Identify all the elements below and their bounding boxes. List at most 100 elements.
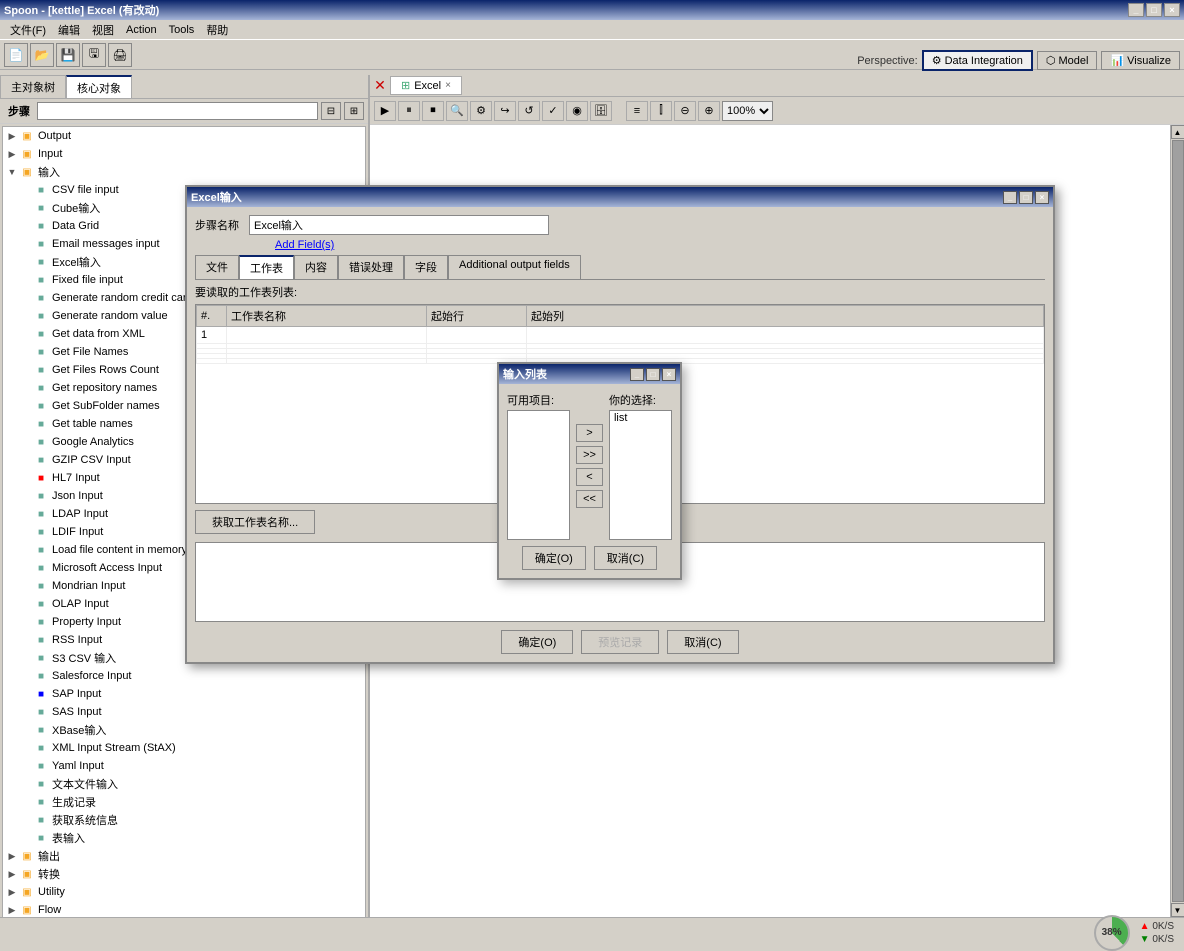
getfilenames-icon: ■ [33,344,49,360]
maximize-btn[interactable]: □ [1146,3,1162,17]
excel-tab-content[interactable]: 内容 [294,255,338,279]
list-cancel-btn[interactable]: 取消(C) [594,546,657,570]
tree-category-utility[interactable]: ▶ ▣ Utility [3,883,365,901]
ok-btn[interactable]: 确定(O) [501,630,573,654]
step-expand-btn[interactable]: ⊞ [344,102,364,120]
excel-tab-additional[interactable]: Additional output fields [448,255,581,279]
excel-tab-sheet[interactable]: 工作表 [239,255,294,279]
th-startcol: 起始列 [527,306,1044,327]
item-salesforce[interactable]: ■ Salesforce Input [17,667,365,685]
tree-category-ruku[interactable]: ▼ ▣ 输入 [3,163,365,181]
open-btn[interactable]: 📂 [30,43,54,67]
excel-dialog-maximize[interactable]: □ [1019,191,1033,204]
selected-listbox[interactable]: list [609,410,672,540]
canvas-tab-excel[interactable]: ⊞ Excel × [390,76,462,95]
model-icon: ⬡ [1046,54,1056,67]
ga-icon: ■ [33,434,49,450]
close-btn[interactable]: × [1164,3,1180,17]
item-sas[interactable]: ■ SAS Input [17,703,365,721]
run-btn[interactable]: ▶ [374,101,396,121]
item-table-input[interactable]: ■ 表输入 [17,829,365,847]
zoom-out-btn[interactable]: ⊖ [674,101,696,121]
menu-action[interactable]: Action [120,22,163,38]
perspective-visualize[interactable]: 📊 Visualize [1101,51,1180,70]
save-btn[interactable]: 💾 [56,43,80,67]
move-left-btn[interactable]: < [576,468,603,486]
check-btn[interactable]: ✓ [542,101,564,121]
item-xml-stream[interactable]: ■ XML Input Stream (StAX) [17,739,365,757]
add-fields-link[interactable]: Add Field(s) [275,239,334,251]
selected-item-list[interactable]: list [610,411,671,425]
menu-tools[interactable]: Tools [163,22,201,38]
zoom-in-btn[interactable]: ⊕ [698,101,720,121]
saveas-btn[interactable]: 🖫 [82,43,106,67]
list-ok-btn[interactable]: 确定(O) [522,546,586,570]
print-btn[interactable]: 🖨 [108,43,132,67]
align2-btn[interactable]: ⫿ [650,101,672,121]
status-arrows: ▲ 0K/S ▼ 0K/S [1140,920,1174,946]
scroll-down-arrow[interactable]: ▼ [1171,903,1184,917]
minimize-btn[interactable]: _ [1128,3,1144,17]
scroll-thumb[interactable] [1172,140,1184,902]
stop-btn[interactable]: ⏹ [422,101,444,121]
cell-sheet[interactable] [227,327,427,344]
preview-records-btn[interactable]: 预览记录 [581,630,659,654]
step-name-row: 步骤名称 [195,215,1045,235]
step-label: 步骤 [4,103,34,119]
cell-startrow[interactable] [427,327,527,344]
perspective-data-integration[interactable]: ⚙ Data Integration [922,50,1033,71]
zoom-select[interactable]: 50% 75% 100% 125% 150% [722,101,773,121]
move-all-right-btn[interactable]: >> [576,446,603,464]
step-name-input[interactable] [249,215,549,235]
step-search-input[interactable] [37,102,318,120]
item-gen-record[interactable]: ■ 生成记录 [17,793,365,811]
move-all-left-btn[interactable]: << [576,490,603,508]
excel-tab-file[interactable]: 文件 [195,255,239,279]
cell-startcol[interactable] [527,327,1044,344]
item-text-file-input[interactable]: ■ 文本文件输入 [17,775,365,793]
item-sap[interactable]: ■ SAP Input [17,685,365,703]
menu-help[interactable]: 帮助 [200,20,234,40]
excel-dialog-title-bar: Excel输入 _ □ × [187,187,1053,207]
tableicons: ■ [33,830,49,846]
step-collapse-btn[interactable]: ⊟ [321,102,341,120]
tree-category-transform[interactable]: ▶ ▣ 转换 [3,865,365,883]
available-listbox[interactable] [507,410,570,540]
debug-btn[interactable]: ⚙ [470,101,492,121]
stepinto-btn[interactable]: ↪ [494,101,516,121]
item-xbase[interactable]: ■ XBase输入 [17,721,365,739]
align-btn[interactable]: ≡ [626,101,648,121]
get-sheets-btn[interactable]: 获取工作表名称... [195,510,315,534]
list-dialog-minimize[interactable]: _ [630,368,644,381]
item-yaml-input[interactable]: ■ Yaml Input [17,757,365,775]
tree-category-output[interactable]: ▶ ▣ Output [3,127,365,145]
pause-btn[interactable]: ⏸ [398,101,420,121]
excel-dialog-minimize[interactable]: _ [1003,191,1017,204]
exploresql-btn[interactable]: 🗄 [590,101,612,121]
menu-edit[interactable]: 编辑 [52,20,86,40]
perspective-model[interactable]: ⬡ Model [1037,51,1098,70]
tab-core-objects[interactable]: 核心对象 [66,75,132,98]
tree-category-input[interactable]: ▶ ▣ Input [3,145,365,163]
fixed-icon: ■ [33,272,49,288]
replay-btn[interactable]: ↺ [518,101,540,121]
scroll-up-arrow[interactable]: ▲ [1171,125,1184,139]
step-name-label: 步骤名称 [195,217,239,233]
tree-category-output2[interactable]: ▶ ▣ 输出 [3,847,365,865]
list-dialog-maximize[interactable]: □ [646,368,660,381]
impact-btn[interactable]: ◉ [566,101,588,121]
list-dialog-close[interactable]: × [662,368,676,381]
menu-file[interactable]: 文件(F) [4,20,52,40]
cancel-btn[interactable]: 取消(C) [667,630,738,654]
excel-tab-fields[interactable]: 字段 [404,255,448,279]
ldif-icon: ■ [33,524,49,540]
menu-view[interactable]: 视图 [86,20,120,40]
new-btn[interactable]: 📄 [4,43,28,67]
excel-tab-error[interactable]: 错误处理 [338,255,404,279]
preview-btn[interactable]: 🔍 [446,101,468,121]
item-get-sysinfo[interactable]: ■ 获取系统信息 [17,811,365,829]
move-right-btn[interactable]: > [576,424,603,442]
tab-main-tree[interactable]: 主对象树 [0,75,66,98]
canvas-tab-close[interactable]: × [445,80,451,91]
excel-dialog-close[interactable]: × [1035,191,1049,204]
